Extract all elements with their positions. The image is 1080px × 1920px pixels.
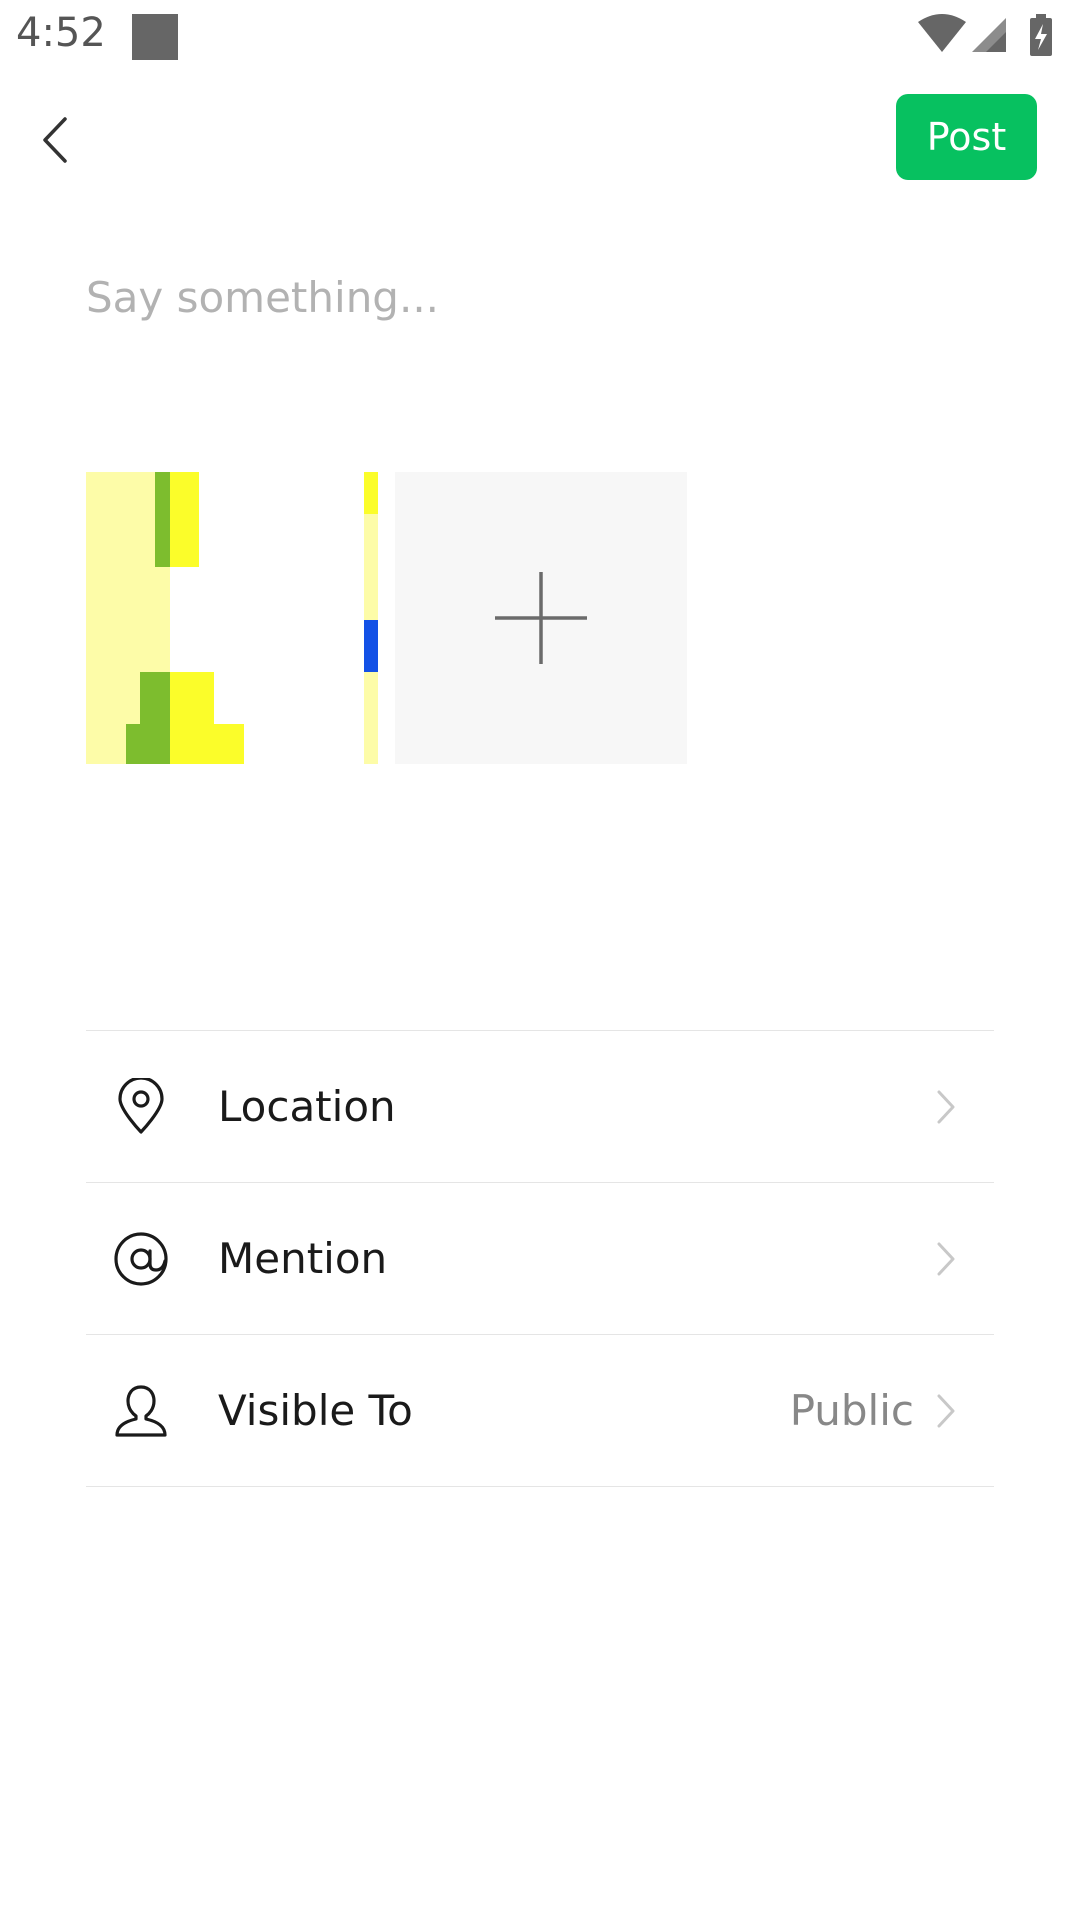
back-button[interactable]: [24, 100, 84, 180]
plus-icon: [495, 572, 587, 664]
status-time: 4:52: [16, 10, 106, 56]
person-icon: [111, 1381, 171, 1441]
add-photo-button[interactable]: [395, 472, 687, 764]
chevron-left-icon: [43, 117, 67, 163]
chevron-right-icon: [934, 1393, 958, 1429]
location-pin-icon: [111, 1077, 171, 1137]
battery-charging-icon: [1030, 14, 1052, 56]
options-list: Location Mention Visible To Public: [86, 1030, 994, 1487]
compose-input[interactable]: [86, 262, 986, 332]
divider: [86, 1486, 994, 1487]
chevron-right-icon: [934, 1089, 958, 1125]
location-label: Location: [218, 1082, 396, 1131]
post-button[interactable]: Post: [896, 94, 1037, 180]
photo-thumbnail[interactable]: [86, 472, 378, 764]
visible-to-label: Visible To: [218, 1386, 413, 1435]
visible-to-value: Public: [789, 1386, 914, 1435]
status-icons: [918, 14, 1052, 56]
chevron-right-icon: [934, 1241, 958, 1277]
visible-to-option[interactable]: Visible To Public: [86, 1335, 994, 1486]
notification-icon: [132, 14, 178, 60]
mention-option[interactable]: Mention: [86, 1183, 994, 1334]
status-bar: 4:52: [0, 0, 1080, 72]
photo-image: [86, 472, 378, 764]
at-sign-icon: [111, 1229, 171, 1289]
mention-label: Mention: [218, 1234, 388, 1283]
location-option[interactable]: Location: [86, 1031, 994, 1182]
wifi-icon: [918, 14, 966, 52]
